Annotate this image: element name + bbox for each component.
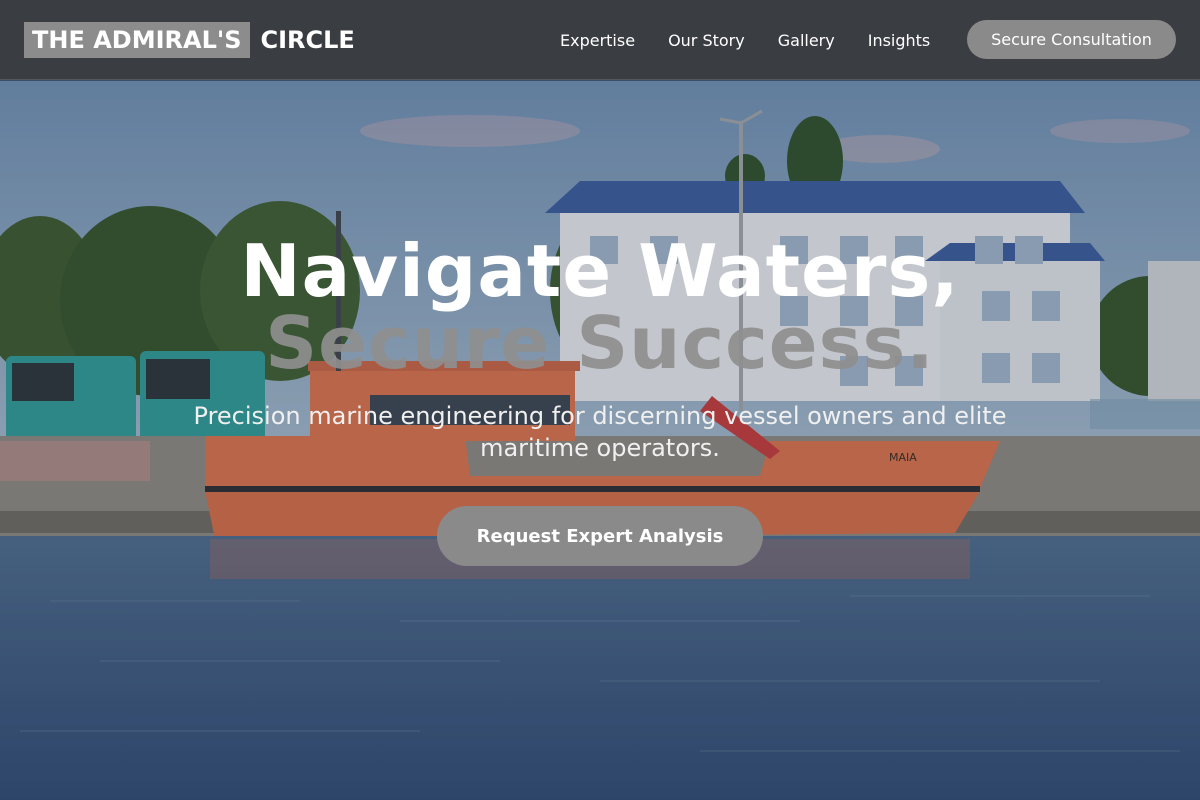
brand-logo-boxed-text: THE ADMIRAL'S — [24, 22, 250, 58]
nav-link-insights[interactable]: Insights — [868, 25, 931, 56]
request-expert-analysis-button[interactable]: Request Expert Analysis — [437, 506, 763, 566]
nav-link-our-story[interactable]: Our Story — [668, 25, 745, 56]
main-nav: Expertise Our Story Gallery Insights — [560, 0, 930, 80]
brand-logo-plain-text: CIRCLE — [260, 26, 355, 54]
secure-consultation-button[interactable]: Secure Consultation — [967, 20, 1176, 59]
brand-logo[interactable]: THE ADMIRAL'S CIRCLE — [24, 22, 355, 58]
hero-title-line-2: Secure Success. — [265, 301, 935, 385]
top-navbar: THE ADMIRAL'S CIRCLE Expertise Our Story… — [0, 0, 1200, 80]
hero-subtitle: Precision marine engineering for discern… — [193, 402, 1007, 462]
hero-section: MAIA Navigate Waters, Secure Success. Pr… — [0, 81, 1200, 800]
nav-link-gallery[interactable]: Gallery — [778, 25, 835, 56]
nav-link-expertise[interactable]: Expertise — [560, 25, 635, 56]
